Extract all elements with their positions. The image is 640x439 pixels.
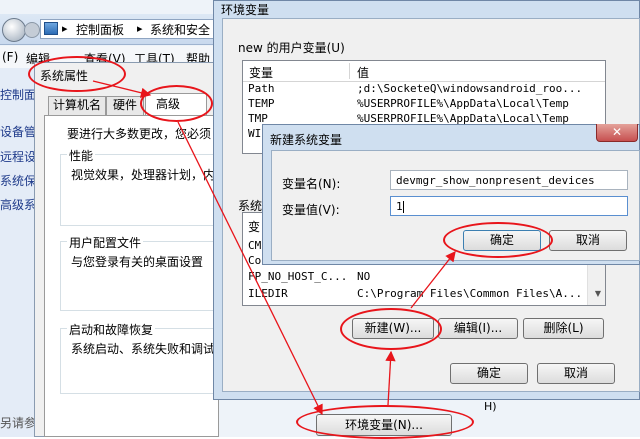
arrow-title-to-tab bbox=[92, 80, 152, 98]
arrow-tab-to-env-button bbox=[177, 121, 323, 416]
arrow-env-button-to-new bbox=[385, 350, 396, 406]
annotation-arrows bbox=[92, 80, 456, 416]
arrow-new-to-ok bbox=[410, 250, 456, 309]
